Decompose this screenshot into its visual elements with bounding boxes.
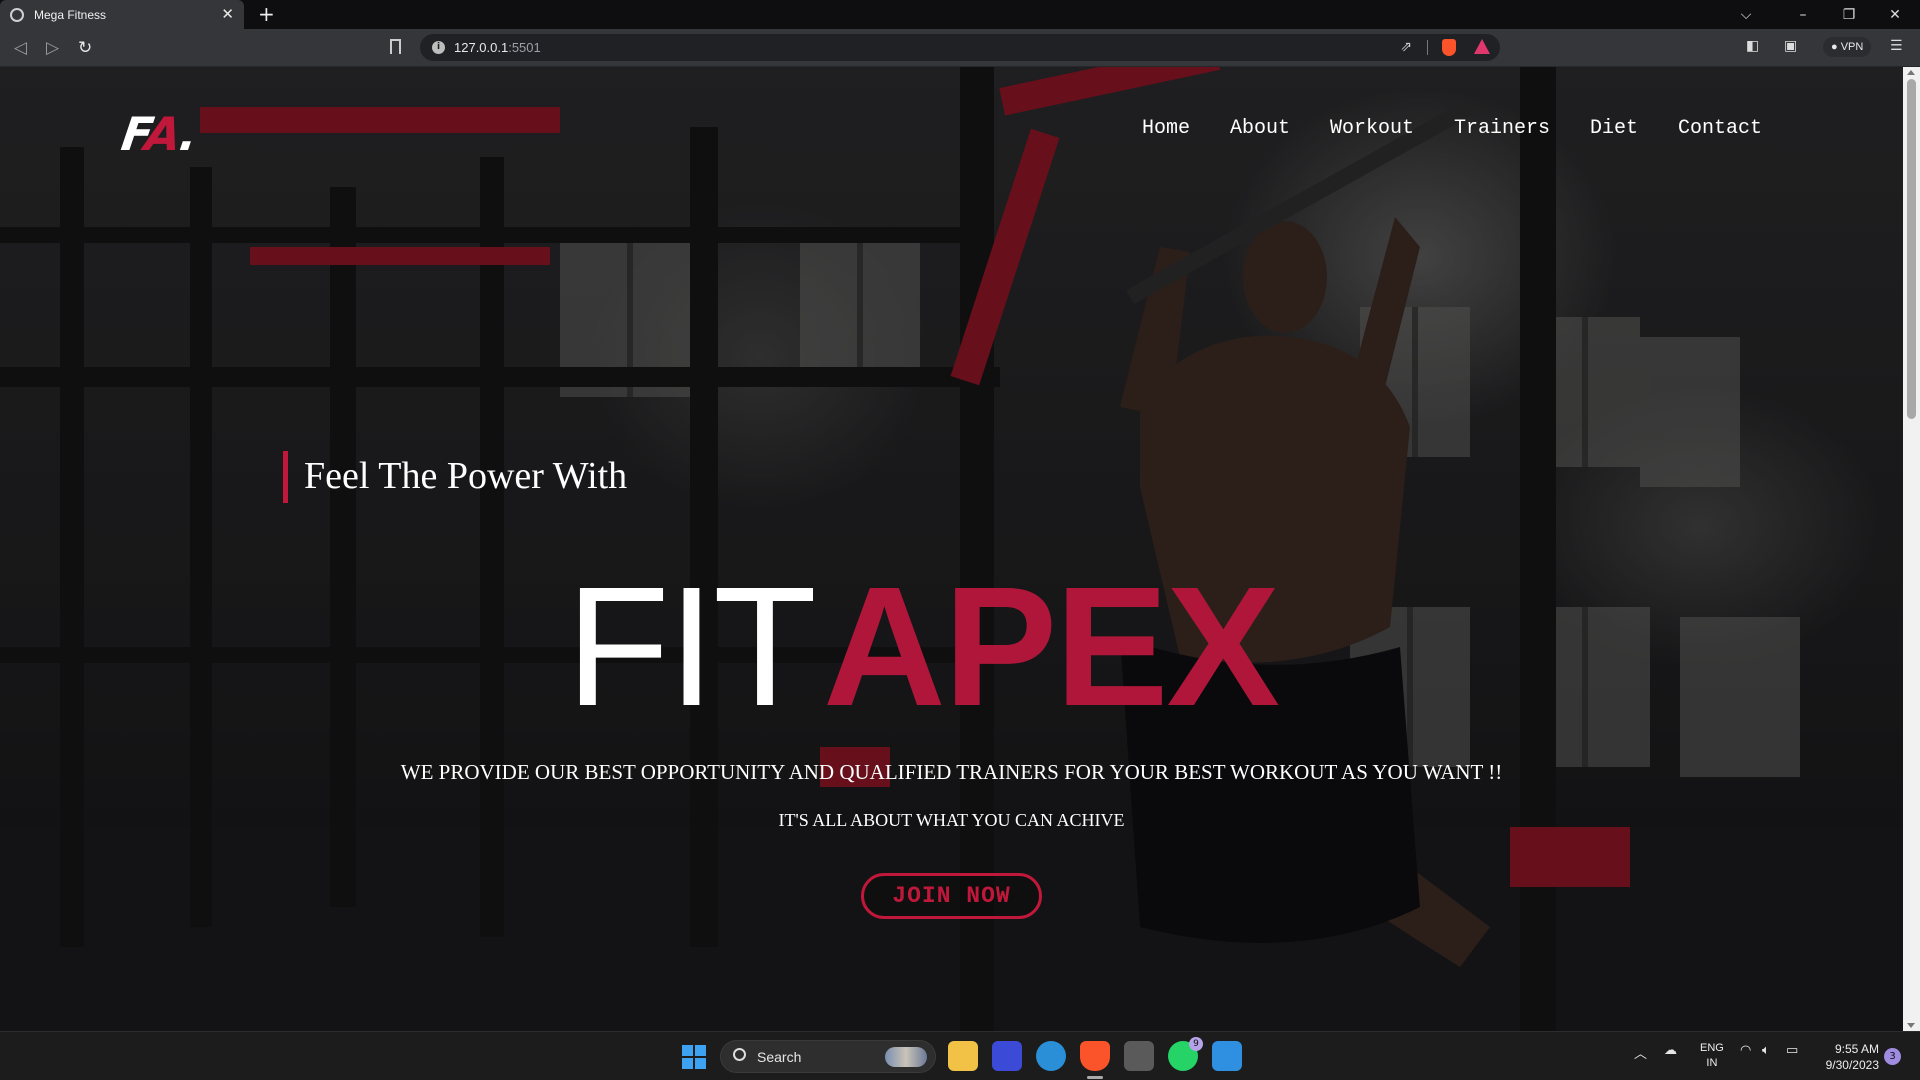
hero-subtitle: WE PROVIDE OUR BEST OPPORTUNITY AND QUAL… [400, 760, 1503, 784]
os-taskbar: Search 9 ︿ ☁ ENG IN ◠ 🔈︎ ▭ 9:55 AM 9/30/… [0, 1031, 1920, 1080]
search-icon [733, 1048, 746, 1061]
nav-link-about[interactable]: About [1230, 117, 1290, 140]
vscode-icon[interactable] [1212, 1041, 1242, 1071]
url-port: :5501 [508, 40, 541, 55]
whatsapp-icon[interactable]: 9 [1168, 1037, 1203, 1071]
minimize-button[interactable]: – [1780, 7, 1826, 23]
brand-word-fit: FIT [566, 552, 817, 742]
clock-time: 9:55 AM [1834, 1042, 1879, 1056]
visual-studio-icon[interactable] [992, 1041, 1022, 1071]
nav-link-diet[interactable]: Diet [1590, 117, 1638, 140]
address-bar[interactable]: i 127.0.0.1:5501 ⇗ [420, 34, 1500, 61]
globe-icon [10, 7, 24, 22]
nav-link-home[interactable]: Home [1142, 117, 1190, 140]
volume-icon[interactable]: 🔈︎ [1762, 1043, 1770, 1058]
close-window-button[interactable]: ✕ [1872, 7, 1918, 23]
battery-icon[interactable]: ▭ [1786, 1043, 1798, 1058]
brave-shields-icon[interactable] [1442, 39, 1456, 56]
language-indicator[interactable]: ENG IN [1700, 1041, 1724, 1071]
menu-icon[interactable]: ☰ [1890, 38, 1903, 54]
page-viewport: FA. Home About Workout Trainers Diet Con… [0, 67, 1920, 1031]
active-app-indicator [1087, 1076, 1103, 1079]
restore-button[interactable]: ❐ [1826, 7, 1872, 23]
toolbar-divider [1427, 40, 1428, 55]
region-code: IN [1706, 1057, 1718, 1069]
forward-button[interactable]: ▷ [46, 38, 59, 58]
nav-link-trainers[interactable]: Trainers [1454, 117, 1550, 140]
scroll-up-arrow-icon[interactable] [1907, 70, 1915, 75]
onedrive-icon[interactable]: ☁ [1664, 1043, 1677, 1058]
page-scrollbar[interactable] [1903, 67, 1920, 1031]
taskbar-search[interactable]: Search [720, 1040, 936, 1073]
url-host: 127.0.0.1 [454, 40, 509, 55]
sidebar-toggle-icon[interactable]: ◧ [1746, 38, 1759, 54]
settings-app-icon[interactable] [1124, 1041, 1154, 1071]
brave-rewards-icon[interactable] [1474, 39, 1490, 54]
scrollbar-thumb[interactable] [1907, 79, 1916, 419]
wifi-icon[interactable]: ◠ [1740, 1043, 1751, 1058]
reload-button[interactable]: ↻ [78, 38, 92, 58]
nav-link-contact[interactable]: Contact [1678, 117, 1762, 140]
search-label: Search [757, 1049, 802, 1065]
tab-title: Mega Fitness [34, 7, 107, 22]
brave-browser-icon[interactable] [1080, 1041, 1110, 1071]
system-clock[interactable]: 9:55 AM 9/30/2023 [1815, 1041, 1879, 1073]
close-tab-icon[interactable]: ✕ [221, 7, 234, 22]
vpn-label: VPN [1840, 41, 1864, 53]
tab-search-chevron-icon[interactable]: ⌵ [1734, 7, 1758, 23]
file-explorer-icon[interactable] [948, 1041, 978, 1071]
windows-start-icon[interactable] [682, 1045, 706, 1069]
browser-tab[interactable]: Mega Fitness ✕ [0, 0, 244, 29]
hero-subtitle-secondary: IT'S ALL ABOUT WHAT YOU CAN ACHIVE [778, 810, 1125, 830]
join-now-button[interactable]: JOIN NOW [861, 873, 1042, 919]
site-info-icon[interactable]: i [432, 41, 445, 54]
wallet-icon[interactable]: ▣ [1784, 38, 1797, 54]
browser-toolbar: ◁ ▷ ↻ i 127.0.0.1:5501 ⇗ ◧ ▣ ● VPN ☰ [0, 29, 1920, 67]
notification-badge[interactable]: 3 [1884, 1048, 1901, 1065]
show-hidden-icons-icon[interactable]: ︿ [1634, 1043, 1647, 1062]
bookmark-icon[interactable] [390, 39, 401, 54]
hero-section: FA. Home About Workout Trainers Diet Con… [0, 67, 1903, 1031]
hero-tagline: Feel The Power With [283, 451, 627, 503]
new-tab-button[interactable]: + [258, 3, 275, 25]
vpn-button[interactable]: ● VPN [1823, 37, 1872, 57]
back-button[interactable]: ◁ [14, 38, 27, 58]
share-icon[interactable]: ⇗ [1400, 39, 1412, 55]
nav-link-workout[interactable]: Workout [1330, 117, 1414, 140]
edge-browser-icon[interactable] [1036, 1041, 1066, 1071]
whatsapp-badge: 9 [1189, 1037, 1203, 1051]
language-code: ENG [1700, 1042, 1724, 1054]
browser-tab-strip: Mega Fitness ✕ + ⌵ – ❐ ✕ [0, 0, 1920, 29]
clock-date: 9/30/2023 [1825, 1058, 1879, 1072]
scroll-down-arrow-icon[interactable] [1907, 1023, 1915, 1028]
site-logo[interactable]: FA. [118, 107, 199, 161]
brand-word-apex: APEX [823, 552, 1280, 742]
search-highlight-image [885, 1047, 927, 1067]
url-text[interactable]: 127.0.0.1:5501 [454, 40, 541, 55]
